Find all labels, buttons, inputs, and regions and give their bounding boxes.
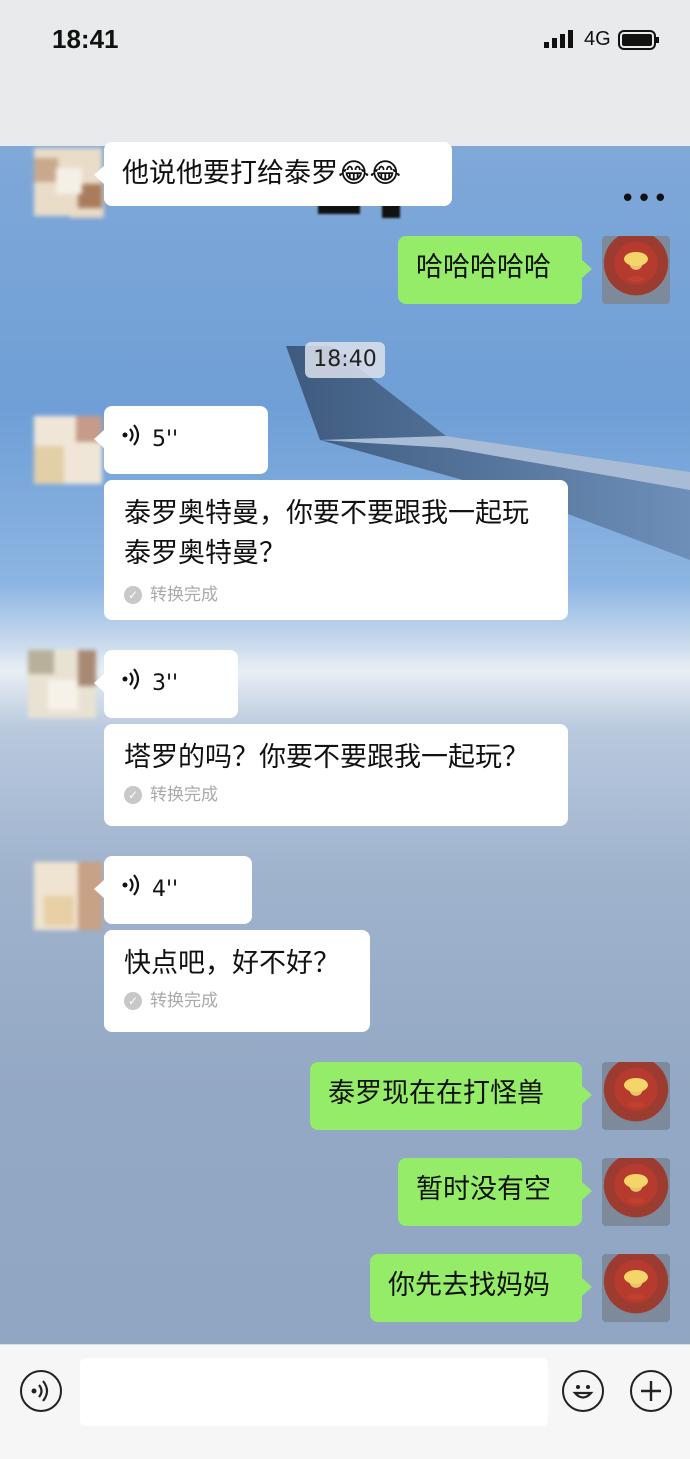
- emoji-button[interactable]: [562, 1370, 604, 1412]
- add-button[interactable]: [630, 1370, 672, 1412]
- my-avatar[interactable]: [602, 236, 670, 304]
- voice-duration: 5'': [152, 427, 179, 452]
- transcript-status-label: 转换完成: [150, 785, 218, 805]
- network-type: 4G: [584, 28, 611, 50]
- voice-icon: [31, 1380, 49, 1402]
- transcript-text: 塔罗的吗？你要不要跟我一起玩？: [124, 742, 529, 773]
- contact-avatar[interactable]: [28, 650, 96, 718]
- voice-duration: 4'': [152, 877, 179, 902]
- my-avatar[interactable]: [602, 1062, 670, 1130]
- check-icon: ✓: [124, 786, 142, 804]
- status-time: 18:41: [52, 24, 119, 54]
- plus-icon: [641, 1381, 661, 1401]
- more-options-icon[interactable]: •••: [620, 184, 669, 214]
- transcript-status: ✓ 转换完成: [124, 784, 548, 806]
- contact-avatar[interactable]: [34, 416, 102, 484]
- voice-message[interactable]: 5'': [94, 406, 268, 474]
- message-timestamp: 18:40: [305, 342, 385, 378]
- signal-icon: [544, 30, 578, 52]
- voice-icon: [122, 870, 140, 910]
- message-bubble-left[interactable]: 他说他要打给泰罗😂😂: [94, 142, 452, 206]
- message-bubble-right[interactable]: 你先去找妈妈: [370, 1254, 592, 1322]
- battery-icon: [618, 30, 660, 54]
- status-bar: 18:41 4G: [0, 0, 690, 84]
- contact-avatar[interactable]: [34, 148, 102, 216]
- voice-icon: [122, 420, 140, 460]
- chat-title-bar: •••: [0, 84, 690, 218]
- check-icon: ✓: [124, 586, 142, 604]
- voice-message[interactable]: 3'': [94, 650, 238, 718]
- voice-transcript[interactable]: 快点吧，好不好？ ✓ 转换完成: [104, 930, 370, 1032]
- emoji-icon: [572, 1385, 594, 1399]
- transcript-text: 快点吧，好不好？: [124, 948, 340, 979]
- contact-avatar[interactable]: [34, 862, 102, 930]
- transcript-status: ✓ 转换完成: [124, 990, 350, 1012]
- my-avatar[interactable]: [602, 1158, 670, 1226]
- voice-message[interactable]: 4'': [94, 856, 252, 924]
- check-icon: ✓: [124, 992, 142, 1010]
- transcript-status: ✓ 转换完成: [124, 584, 548, 606]
- voice-icon: [122, 664, 140, 704]
- transcript-status-label: 转换完成: [150, 585, 218, 605]
- message-bubble-right[interactable]: 哈哈哈哈哈: [398, 236, 592, 304]
- voice-duration: 3'': [152, 671, 179, 696]
- voice-transcript[interactable]: 塔罗的吗？你要不要跟我一起玩？ ✓ 转换完成: [104, 724, 568, 826]
- transcript-status-label: 转换完成: [150, 991, 218, 1011]
- my-avatar[interactable]: [602, 1254, 670, 1322]
- message-input[interactable]: [80, 1358, 548, 1426]
- message-bubble-right[interactable]: 暂时没有空: [398, 1158, 592, 1226]
- voice-transcript[interactable]: 泰罗奥特曼，你要不要跟我一起玩 泰罗奥特曼？ ✓ 转换完成: [104, 480, 568, 620]
- transcript-text: 泰罗奥特曼，你要不要跟我一起玩 泰罗奥特曼？: [124, 498, 529, 569]
- voice-input-button[interactable]: [20, 1370, 62, 1412]
- message-bubble-right[interactable]: 泰罗现在在打怪兽: [310, 1062, 592, 1130]
